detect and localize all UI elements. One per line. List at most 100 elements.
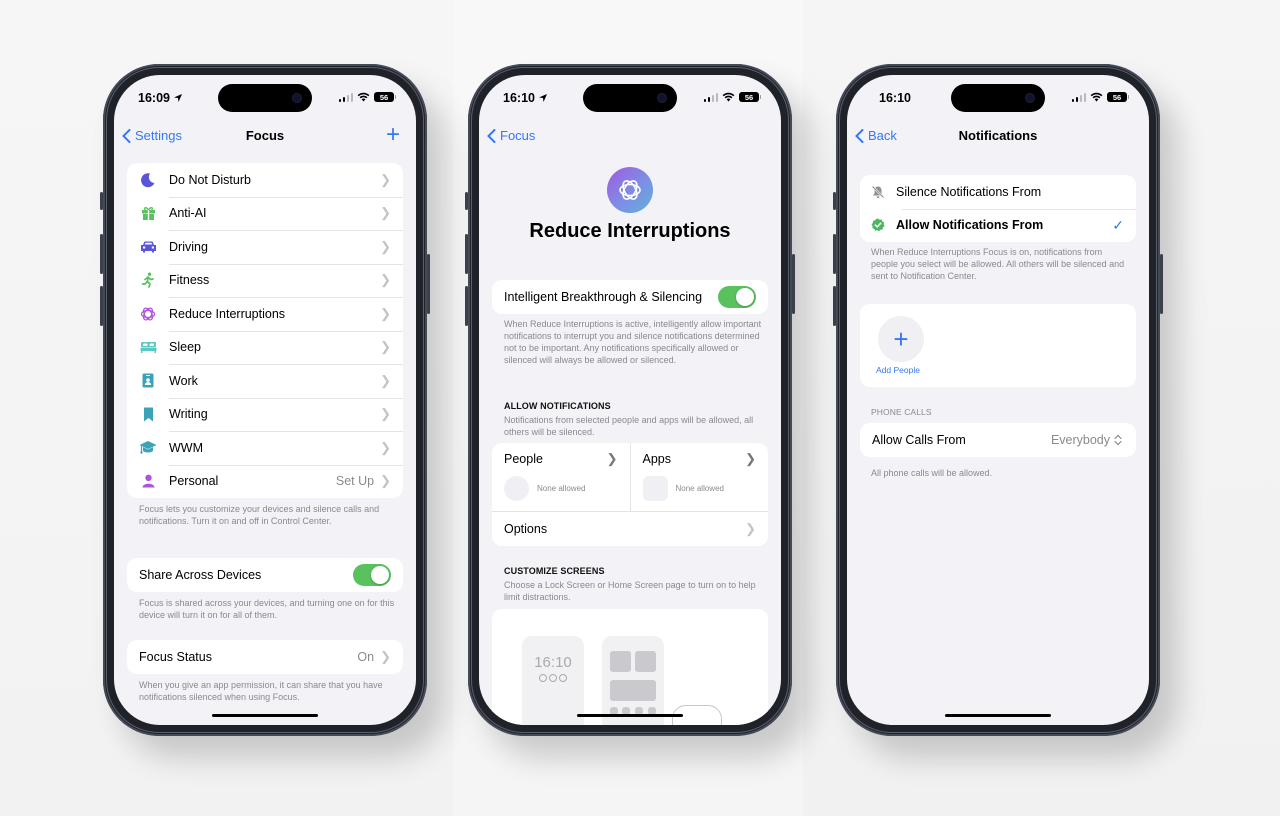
moon-icon [127, 172, 169, 188]
dynamic-island [218, 84, 312, 112]
camera [292, 93, 302, 103]
home-indicator[interactable] [577, 713, 683, 717]
focus-item-writing[interactable]: Writing ❯ [127, 397, 403, 432]
add-people-group: + Add People [860, 304, 1136, 387]
lock-screen-thumbnail[interactable]: 16:10 [522, 636, 584, 725]
battery-icon: 56 [739, 92, 761, 102]
running-icon [127, 272, 169, 289]
options-row[interactable]: Options ❯ [492, 512, 768, 546]
cellular-signal-icon [703, 92, 718, 102]
add-focus-button[interactable]: + [386, 123, 400, 147]
breakthrough-footer-text: When Reduce Interruptions is active, int… [504, 319, 762, 365]
focus-item-driving[interactable]: Driving ❯ [127, 230, 403, 264]
dynamic-island [583, 84, 677, 112]
chevron-right-icon: ❯ [380, 305, 391, 321]
people-cell[interactable]: People ❯ None allowed [492, 443, 630, 511]
widget-tile [610, 680, 656, 701]
breakthrough-row: Intelligent Breakthrough & Silencing [492, 280, 768, 314]
allow-notifications-option[interactable]: Allow Notifications From ✓ [860, 208, 1136, 243]
focus-item-sleep[interactable]: Sleep ❯ [127, 330, 403, 365]
volume-up-button [100, 234, 103, 274]
chevron-left-icon [122, 128, 131, 143]
action-button [833, 192, 836, 210]
action-button [100, 192, 103, 210]
focus-item-do-not-disturb[interactable]: Do Not Disturb ❯ [127, 163, 403, 197]
customize-screens-header: CUSTOMIZE SCREENS [504, 566, 605, 576]
chevron-right-icon: ❯ [380, 238, 391, 254]
focus-item-fitness[interactable]: Fitness ❯ [127, 263, 403, 298]
widget-tile [635, 651, 656, 672]
home-indicator[interactable] [212, 713, 318, 717]
share-across-devices-row: Share Across Devices [127, 558, 403, 592]
allow-notifications-subheader: Notifications from selected people and a… [504, 415, 754, 437]
back-button[interactable]: Settings [122, 128, 182, 143]
silence-notifications-option[interactable]: Silence Notifications From [860, 175, 1136, 209]
breakthrough-toggle[interactable] [718, 285, 756, 308]
navigation-bar: Focus [479, 125, 781, 149]
allow-calls-from-row[interactable]: Allow Calls From Everybody [860, 423, 1136, 457]
add-people-button[interactable]: + [878, 316, 924, 362]
customize-screens-group: 16:10 [492, 609, 768, 725]
status-indicators: 56 [338, 92, 396, 102]
share-footer-text: Focus is shared across your devices, and… [139, 598, 395, 620]
phone-calls-footer-text: All phone calls will be allowed. [871, 468, 993, 478]
gift-icon [127, 206, 169, 221]
notification-mode-group: Silence Notifications From Allow Notific… [860, 175, 1136, 242]
car-icon [127, 240, 169, 253]
chevron-right-icon: ❯ [380, 171, 391, 187]
home-screen-thumbnail[interactable] [602, 636, 664, 725]
phone-calls-header: PHONE CALLS [871, 407, 932, 417]
screen: 16:10 56 Focus Reduce Interruptions Inte… [479, 75, 781, 725]
chevron-right-icon: ❯ [380, 406, 391, 422]
page-title: Reduce Interruptions [529, 220, 731, 242]
focus-item-reduce-interruptions[interactable]: Reduce Interruptions ❯ [127, 297, 403, 331]
screen: 16:09 56 Settings Focus + Do Not Disturb… [114, 75, 416, 725]
graduation-cap-icon [127, 440, 169, 455]
chevron-right-icon: ❯ [745, 451, 756, 466]
chevron-right-icon: ❯ [380, 372, 391, 388]
apps-cell[interactable]: Apps ❯ None allowed [629, 443, 769, 511]
wifi-icon [357, 92, 370, 102]
focus-status-row[interactable]: Focus Status On ❯ [127, 640, 403, 674]
navigation-bar: Settings Focus + [114, 123, 416, 149]
allow-notifications-group: People ❯ None allowed Apps ❯ None allowe… [492, 443, 768, 546]
bell-slash-icon [860, 185, 896, 199]
chevron-left-icon [855, 128, 864, 143]
chevron-right-icon: ❯ [380, 439, 391, 455]
side-button [792, 254, 795, 314]
navigation-bar: Back Notifications [847, 125, 1149, 149]
back-button[interactable]: Back [855, 128, 897, 143]
chevron-left-icon [487, 128, 496, 143]
location-arrow-icon [538, 94, 547, 102]
chevron-right-icon: ❯ [380, 648, 391, 664]
wifi-icon [722, 92, 735, 102]
lock-screen-time: 16:10 [534, 654, 572, 671]
focus-item-personal[interactable]: Personal Set Up ❯ [127, 464, 403, 499]
personal-setup-value: Set Up [335, 474, 375, 489]
location-arrow-icon [173, 94, 182, 102]
chevron-right-icon: ❯ [380, 205, 391, 221]
chevron-right-icon: ❯ [745, 520, 756, 536]
plus-icon: + [385, 121, 400, 148]
share-across-devices-toggle[interactable] [353, 563, 391, 586]
id-badge-icon [127, 373, 169, 388]
screen: 16:10 56 Back Notifications Silence Noti… [847, 75, 1149, 725]
cellular-signal-icon [1071, 92, 1086, 102]
home-indicator[interactable] [945, 713, 1051, 717]
chevron-right-icon: ❯ [380, 272, 391, 288]
add-people-label[interactable]: Add People [876, 365, 920, 375]
focus-footer-text: Focus lets you customize your devices an… [139, 504, 380, 526]
focus-status-footer-text: When you give an app permission, it can … [139, 680, 383, 702]
chevron-up-down-icon [1114, 434, 1122, 446]
volume-up-button [465, 234, 468, 274]
phone-calls-group: Allow Calls From Everybody [860, 423, 1136, 457]
focus-item-work[interactable]: Work ❯ [127, 364, 403, 398]
focus-item-wwm[interactable]: WWM ❯ [127, 431, 403, 465]
focus-item-anti-ai[interactable]: Anti-AI ❯ [127, 196, 403, 231]
back-button[interactable]: Focus [487, 128, 535, 143]
status-time: 16:10 [879, 91, 911, 105]
side-button [427, 254, 430, 314]
allow-calls-from-value: Everybody [1050, 432, 1110, 447]
cellular-signal-icon [338, 92, 353, 102]
chevron-right-icon: ❯ [380, 339, 391, 355]
